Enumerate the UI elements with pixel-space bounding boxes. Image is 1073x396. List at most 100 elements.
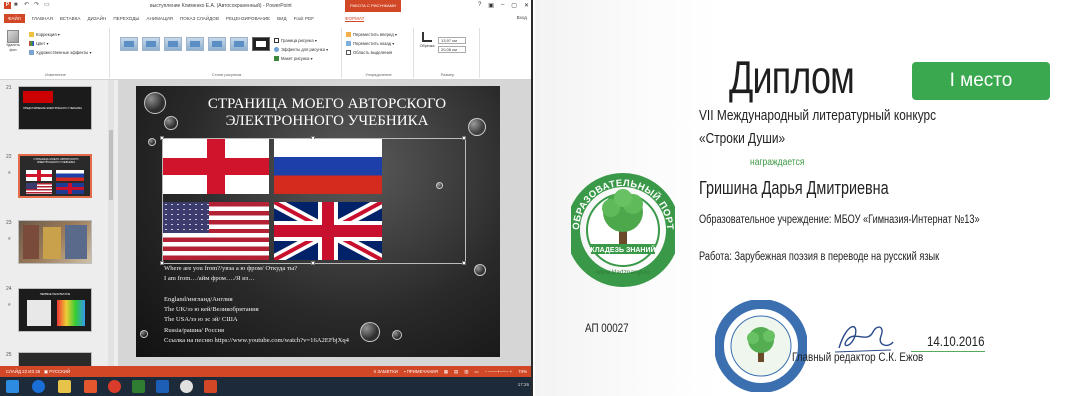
slide-text-line: England/ингланд/Англия bbox=[164, 295, 233, 303]
slide-thumbnail-25[interactable] bbox=[18, 352, 92, 366]
palette-icon bbox=[29, 41, 34, 47]
picture-style-1[interactable] bbox=[120, 37, 138, 51]
usa-flag bbox=[163, 202, 269, 260]
ribbon-group-arrange: Переместить вперед ▾ Переместить назад ▾… bbox=[344, 28, 414, 78]
tab-format[interactable]: ФОРМАТ bbox=[345, 16, 365, 22]
ribbon-tabs: ФАЙЛ ГЛАВНАЯ ВСТАВКА ДИЗАЙН ПЕРЕХОДЫ АНИ… bbox=[0, 12, 531, 25]
group-label-size: Размер bbox=[440, 72, 455, 77]
reading-view-icon[interactable]: ▥ bbox=[464, 369, 468, 375]
crop-button[interactable]: Обрезка bbox=[419, 32, 435, 51]
contest-name: VII Международный литературный конкурс bbox=[699, 108, 937, 124]
close-button[interactable]: ✕ bbox=[524, 2, 529, 9]
corrections-button[interactable]: Коррекция ▾ bbox=[29, 30, 92, 39]
slide-body-text[interactable]: Where are you from?/увэа а ю фром/ Откуд… bbox=[164, 264, 494, 346]
title-bar: P ■ ↶ ↷ ▭ выступление Клименко Е.А. (Авт… bbox=[0, 0, 531, 12]
bring-forward-button[interactable]: Переместить вперед ▾ bbox=[346, 30, 397, 39]
work-info: Работа: Зарубежная поэзия в переводе на … bbox=[699, 251, 940, 263]
zoom-slider[interactable]: − ——+—— + bbox=[485, 369, 513, 375]
slideshow-icon[interactable]: ▭ bbox=[474, 369, 478, 375]
portal-logo-icon: ОБРАЗОВАТЕЛЬНЫЙ ПОРТАЛ КЛАДЕЗЬ ЗНАНИЙ ww… bbox=[571, 150, 675, 287]
undo-icon[interactable]: ↶ bbox=[24, 2, 31, 9]
media-icon[interactable] bbox=[84, 380, 97, 393]
app-icon[interactable] bbox=[132, 380, 145, 393]
slide-text-line: Where are you from?/увэа а ю фром/ Откуд… bbox=[164, 265, 298, 272]
selection-pane-button[interactable]: Область выделения bbox=[346, 48, 397, 57]
picture-effects-button[interactable]: Эффекты для рисунка ▾ bbox=[274, 45, 328, 54]
remove-background-button[interactable]: Удалить фон bbox=[5, 30, 21, 53]
diploma-date: 14.10.2016 bbox=[927, 333, 985, 349]
russia-flag bbox=[274, 139, 382, 194]
picture-style-5[interactable] bbox=[208, 37, 226, 51]
picture-border-button[interactable]: Граница рисунка ▾ bbox=[274, 36, 328, 45]
artistic-effects-button[interactable]: Художественные эффекты ▾ bbox=[29, 48, 92, 57]
opera-icon[interactable] bbox=[108, 380, 121, 393]
send-backward-button[interactable]: Переместить назад ▾ bbox=[346, 39, 397, 48]
border-icon bbox=[274, 38, 279, 44]
picture-layout-button[interactable]: Макет рисунка ▾ bbox=[274, 54, 328, 63]
contest-title: «Строки Души» bbox=[699, 131, 786, 147]
maximize-button[interactable]: ▢ bbox=[511, 2, 517, 9]
save-icon[interactable]: ■ bbox=[14, 2, 21, 9]
tab-view[interactable]: ВИД bbox=[277, 16, 286, 21]
uk-flag bbox=[274, 202, 382, 260]
minimize-button[interactable]: – bbox=[501, 2, 504, 9]
language-indicator[interactable]: РУССКИЙ bbox=[49, 369, 70, 374]
remove-background-icon bbox=[7, 30, 19, 43]
tab-review[interactable]: РЕЦЕНЗИРОВАНИЕ bbox=[226, 16, 270, 21]
spellcheck-icon[interactable]: ▣ bbox=[44, 369, 48, 374]
width-field[interactable]: 20,06 см bbox=[438, 46, 466, 53]
bubble-decoration bbox=[148, 138, 156, 146]
word-icon[interactable] bbox=[156, 380, 169, 393]
ribbon-display-button[interactable]: ▣ bbox=[488, 2, 494, 9]
picture-style-2[interactable] bbox=[142, 37, 160, 51]
slide-thumbnail-22[interactable]: СТРАНИЦА МОЕГО АВТОРСКОГО ЭЛЕКТРОННОГО У… bbox=[18, 154, 92, 198]
picture-style-7[interactable] bbox=[252, 37, 270, 51]
powerpoint-icon[interactable] bbox=[204, 380, 217, 393]
tab-slideshow[interactable]: ПОКАЗ СЛАЙДОВ bbox=[180, 16, 219, 21]
diploma-number: АП 00027 bbox=[585, 321, 629, 335]
present-icon[interactable]: ▭ bbox=[44, 2, 51, 9]
tab-animations[interactable]: АНИМАЦИЯ bbox=[146, 16, 173, 21]
picture-style-4[interactable] bbox=[186, 37, 204, 51]
thumbnails-scrollbar[interactable] bbox=[108, 80, 114, 366]
slide-sorter-icon[interactable]: ▤ bbox=[454, 369, 458, 375]
help-button[interactable]: ? bbox=[478, 2, 481, 9]
selection-pane-icon bbox=[346, 50, 351, 56]
star-icon: ★ bbox=[7, 170, 12, 176]
login-link[interactable]: Вход bbox=[517, 15, 527, 20]
chrome-icon[interactable] bbox=[180, 380, 193, 393]
height-field[interactable]: 13,97 см bbox=[438, 37, 466, 44]
picture-style-3[interactable] bbox=[164, 37, 182, 51]
notes-button[interactable]: ≡ ЗАМЕТКИ bbox=[374, 369, 398, 375]
tab-insert[interactable]: ВСТАВКА bbox=[60, 16, 81, 21]
bubble-decoration bbox=[144, 92, 166, 114]
tab-foxit[interactable]: Foxit PDF bbox=[294, 16, 314, 21]
picture-style-6[interactable] bbox=[230, 37, 248, 51]
tab-file[interactable]: ФАЙЛ bbox=[4, 14, 25, 23]
comments-button[interactable]: ▪ ПРИМЕЧАНИЯ bbox=[404, 369, 438, 375]
svg-text:КЛАДЕЗЬ ЗНАНИЙ: КЛАДЕЗЬ ЗНАНИЙ bbox=[590, 245, 655, 254]
current-slide[interactable]: СТРАНИЦА МОЕГО АВТОРСКОГО ЭЛЕКТРОННОГО У… bbox=[136, 86, 500, 357]
slide-thumbnail-21[interactable]: ПРЕДСТАВЛЕНИЕ ЭЛЕКТРОННОГО УЧЕБНИКА bbox=[18, 86, 92, 130]
slide-thumbnail-24[interactable]: ПЕРВЫЕ РЕЗУЛЬТАТЫ bbox=[18, 288, 92, 332]
status-bar: СЛАЙД 22 ИЗ 26 ▣ РУССКИЙ ≡ ЗАМЕТКИ ▪ ПРИ… bbox=[0, 366, 531, 377]
slide-text-line[interactable]: Ссылка на песню https://www.youtube.com/… bbox=[164, 336, 494, 346]
resize-handle[interactable] bbox=[462, 136, 466, 140]
tab-home[interactable]: ГЛАВНАЯ bbox=[32, 16, 53, 21]
color-button[interactable]: Цвет ▾ bbox=[29, 39, 92, 48]
normal-view-icon[interactable]: ▦ bbox=[444, 369, 448, 375]
ie-icon[interactable] bbox=[32, 380, 45, 393]
slide-thumbnail-23[interactable] bbox=[18, 220, 92, 264]
group-label-arrange: Упорядочение bbox=[365, 72, 392, 77]
explorer-icon[interactable] bbox=[58, 380, 71, 393]
tab-design[interactable]: ДИЗАЙН bbox=[87, 16, 106, 21]
zoom-level[interactable]: 74% bbox=[518, 369, 527, 375]
thumb-number: 22 bbox=[6, 154, 12, 160]
bubble-decoration bbox=[468, 118, 486, 136]
tab-transitions[interactable]: ПЕРЕХОДЫ bbox=[113, 16, 139, 21]
redo-icon[interactable]: ↷ bbox=[34, 2, 41, 9]
slide-text-line: Russia/рашиа/ Россия bbox=[164, 326, 225, 334]
effects-icon bbox=[274, 47, 279, 53]
start-icon[interactable] bbox=[6, 380, 19, 393]
thumb-number: 25 bbox=[6, 352, 12, 358]
